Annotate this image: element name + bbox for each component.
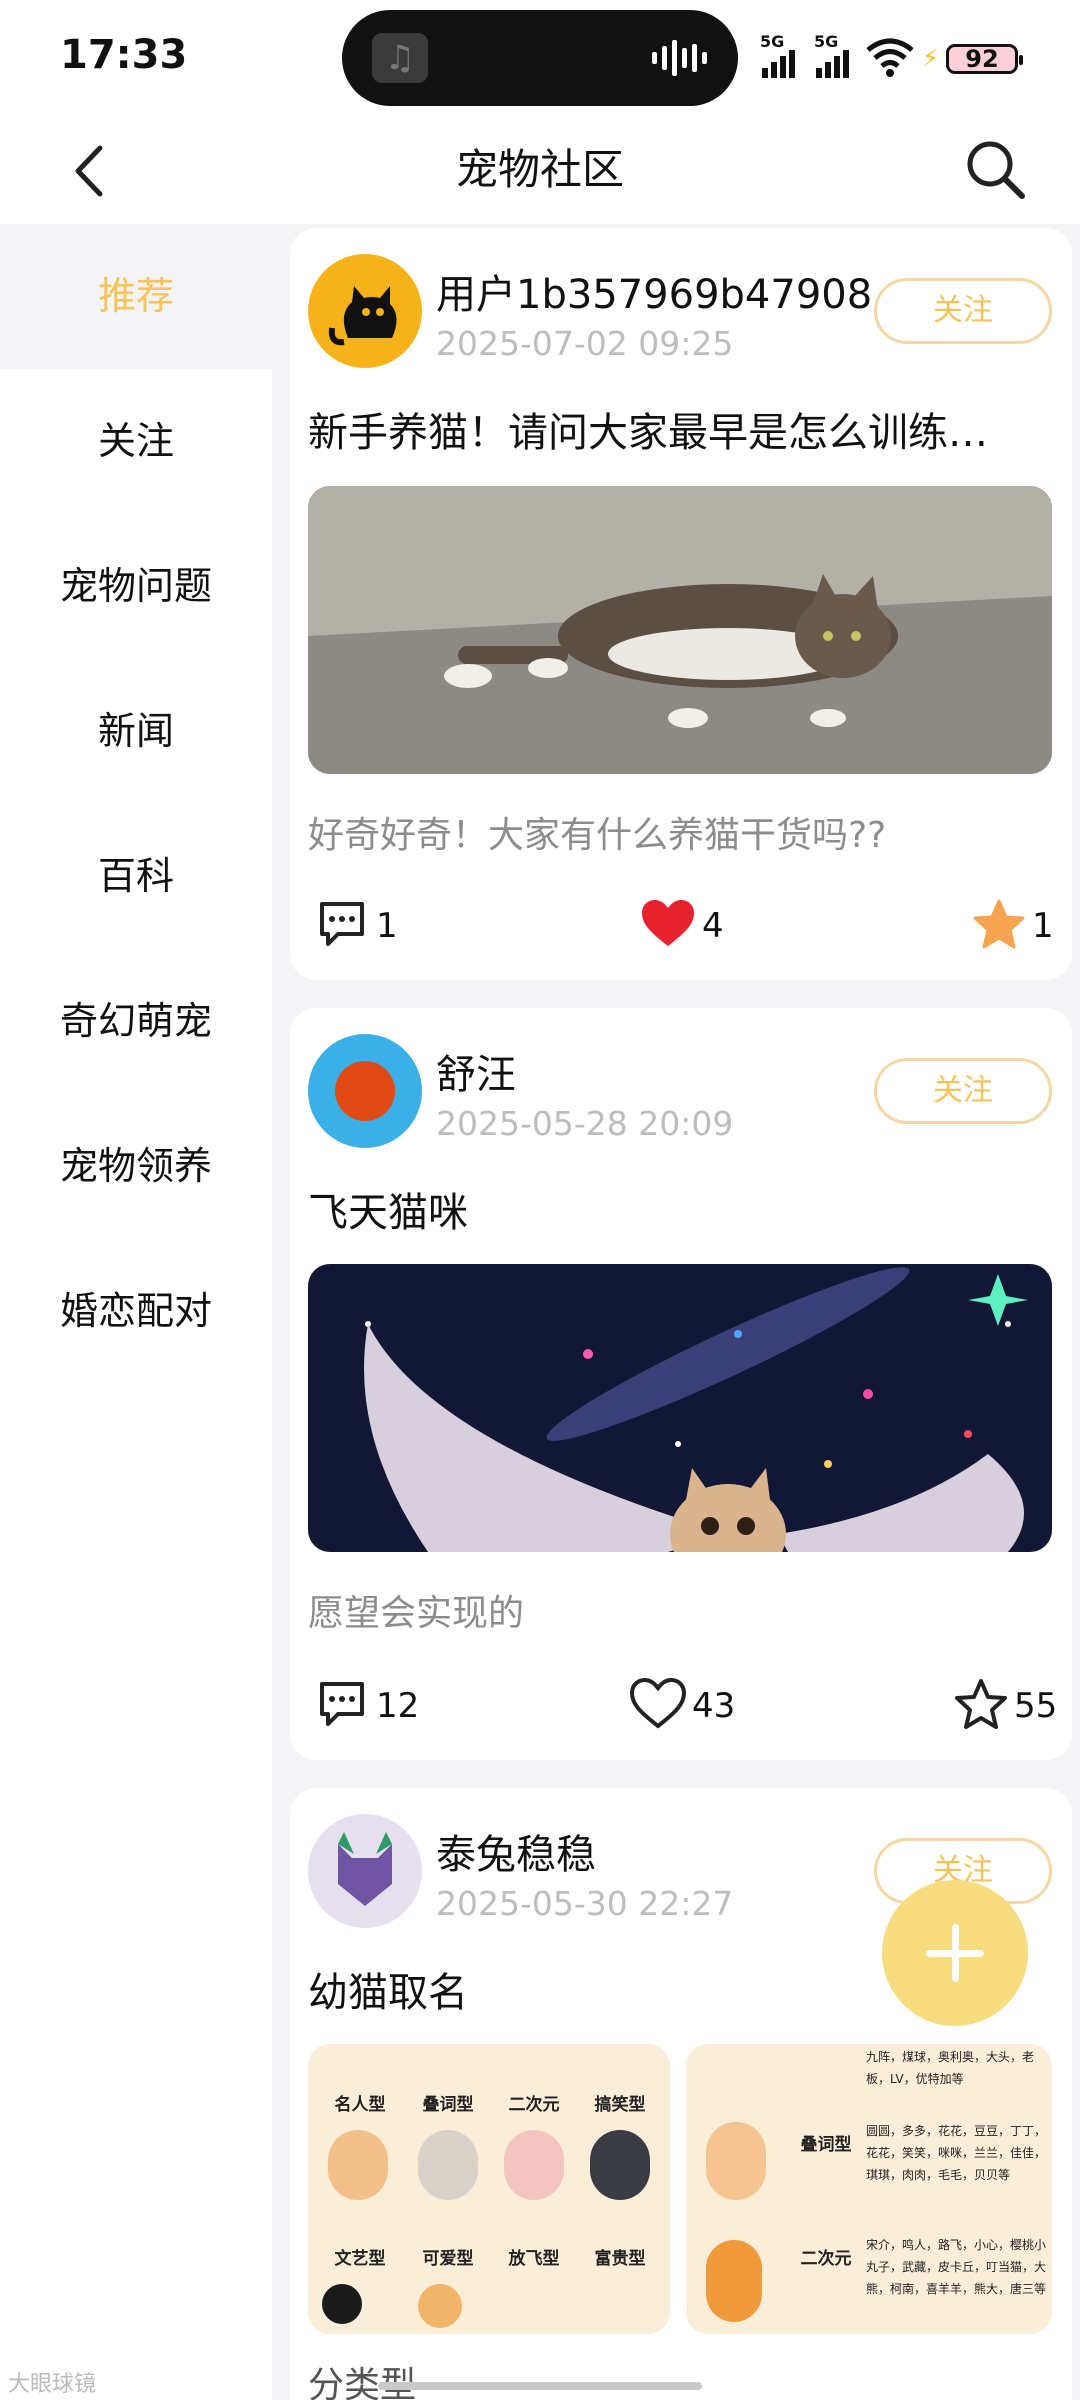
cat-illustration	[590, 2130, 650, 2200]
post-image-naming-poster-right[interactable]: 九阵，煤球，奥利奥，大头，老板，LV，优特加等 叠词型 圆圆，多多，花花，豆豆，…	[686, 2044, 1052, 2334]
follow-button[interactable]: 关注	[874, 1058, 1052, 1124]
category-sidebar: 推荐 关注 宠物问题 新闻 百科 奇幻萌宠 宠物领养 婚恋配对	[0, 224, 272, 2400]
page-title: 宠物社区	[455, 145, 624, 194]
like-button[interactable]: 4	[640, 898, 740, 958]
audio-wave-icon	[652, 40, 707, 76]
post-date: 2025-05-30 22:27	[436, 1884, 734, 1923]
comment-icon	[320, 902, 364, 946]
star-outline-icon	[955, 1679, 1007, 1729]
status-time: 17:33	[60, 32, 188, 78]
top-nav-bar: 宠物社区	[0, 120, 1080, 224]
sidebar-item-fantasy-pets[interactable]: 奇幻萌宠	[0, 949, 272, 1094]
like-count: 4	[702, 906, 724, 946]
cat-illustration	[418, 2130, 478, 2200]
avatar[interactable]	[308, 254, 422, 368]
post-image-cat-lying[interactable]	[308, 486, 1052, 774]
music-note-icon: ♫	[372, 33, 428, 83]
post-username[interactable]: 泰兔稳稳	[436, 1822, 596, 1880]
dynamic-island: ♫	[342, 10, 738, 106]
favorite-count: 1	[1032, 906, 1054, 946]
heart-outline-icon	[630, 1678, 686, 1729]
post-title[interactable]: 新手养猫！请问大家最早是怎么训练…	[308, 400, 1038, 458]
comment-count: 12	[376, 1686, 420, 1726]
post-card[interactable]: 用户1b357969b47908 2025-07-02 09:25 关注 新手养…	[290, 228, 1072, 980]
post-description: 愿望会实现的	[308, 1593, 525, 1634]
sidebar-item-matchmaking[interactable]: 婚恋配对	[0, 1239, 272, 1384]
post-image-flying-cat[interactable]	[308, 1264, 1052, 1552]
comment-button[interactable]: 1	[316, 898, 416, 958]
add-post-button[interactable]	[882, 1880, 1028, 2026]
cat-illustration	[328, 2130, 388, 2200]
star-filled-icon	[973, 899, 1025, 949]
status-bar: 17:33 ♫ 5G 5G ⚡ 92	[0, 0, 1080, 120]
cat-illustration	[418, 2284, 462, 2328]
sidebar-item-adoption[interactable]: 宠物领养	[0, 1094, 272, 1239]
battery-level: 92	[965, 45, 999, 73]
follow-button[interactable]: 关注	[874, 278, 1052, 344]
comment-count: 1	[376, 906, 398, 946]
sidebar-item-encyclopedia[interactable]: 百科	[0, 804, 272, 949]
favorite-button[interactable]: 1	[972, 898, 1062, 958]
heart-filled-icon	[642, 900, 694, 946]
wifi-icon	[866, 38, 914, 77]
watermark: 大眼球镜	[8, 2372, 97, 2397]
like-button[interactable]: 43	[630, 1678, 740, 1738]
post-date: 2025-05-28 20:09	[436, 1104, 734, 1143]
cat-illustration	[504, 2130, 564, 2200]
cat-illustration	[322, 2284, 362, 2324]
post-image-naming-poster-left[interactable]: 名人型 叠词型 二次元 搞笑型 文艺型 可爱型 放飞型 富贵型	[308, 2044, 670, 2334]
battery-icon: 92	[946, 44, 1023, 74]
avatar[interactable]	[308, 1814, 422, 1928]
avatar[interactable]	[308, 1034, 422, 1148]
post-username[interactable]: 用户1b357969b47908	[436, 262, 872, 320]
home-indicator[interactable]	[378, 2382, 702, 2390]
favorite-count: 55	[1014, 1686, 1058, 1726]
post-username[interactable]: 舒汪	[436, 1042, 516, 1100]
comment-icon	[320, 1682, 364, 1726]
charging-bolt-icon: ⚡	[922, 44, 939, 72]
comment-button[interactable]: 12	[316, 1678, 426, 1738]
search-icon[interactable]	[960, 134, 1030, 204]
post-date: 2025-07-02 09:25	[436, 324, 734, 363]
post-description: 分类型	[308, 2365, 417, 2400]
sidebar-item-news[interactable]: 新闻	[0, 659, 272, 804]
cat-illustration	[706, 2122, 766, 2200]
favorite-button[interactable]: 55	[954, 1678, 1064, 1738]
sidebar-item-pet-questions[interactable]: 宠物问题	[0, 514, 272, 659]
post-card[interactable]: 舒汪 2025-05-28 20:09 关注 飞天猫咪 愿望会实现的 12 43…	[290, 1008, 1072, 1760]
post-title[interactable]: 飞天猫咪	[308, 1180, 1038, 1238]
post-description: 好奇好奇！大家有什么养猫干货吗??	[308, 815, 887, 856]
sidebar-item-following[interactable]: 关注	[0, 369, 272, 514]
cat-illustration	[706, 2240, 762, 2322]
like-count: 43	[692, 1686, 736, 1726]
sidebar-item-recommended[interactable]: 推荐	[0, 224, 272, 369]
